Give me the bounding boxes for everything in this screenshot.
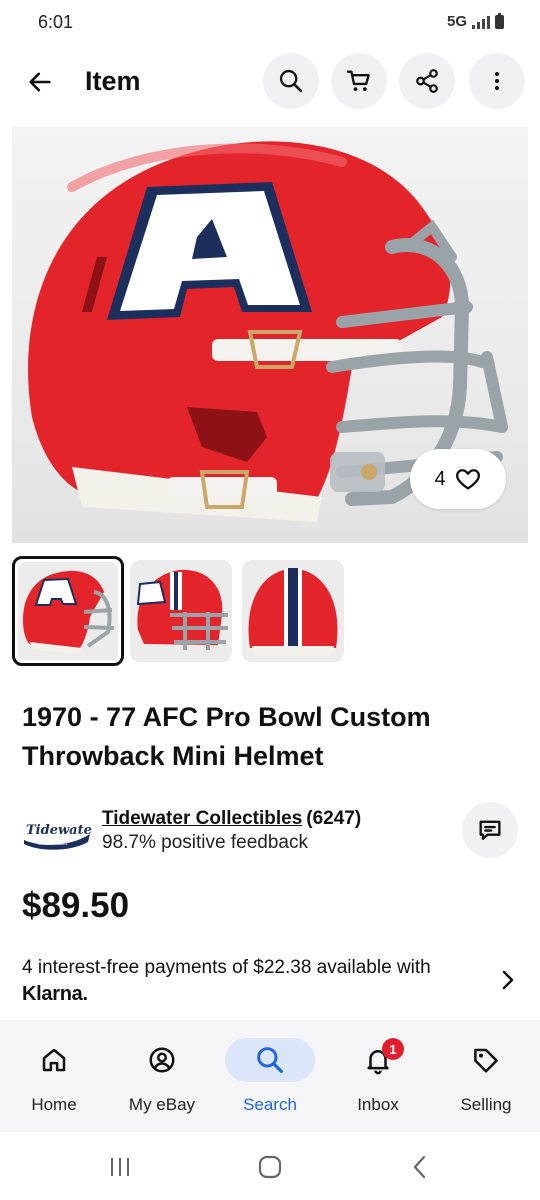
- nav-icon-container: [117, 1038, 207, 1082]
- more-options-button[interactable]: [469, 53, 525, 109]
- thumbnail-strip: [12, 556, 352, 666]
- watch-count: 4: [434, 467, 446, 490]
- message-icon: [479, 820, 501, 840]
- search-icon: [279, 69, 303, 93]
- chevron-right-icon[interactable]: [498, 968, 518, 992]
- thumbnail-helmet-side[interactable]: [12, 556, 124, 666]
- home-icon: [42, 1048, 66, 1072]
- network-label: 5G: [446, 13, 467, 30]
- nav-selling[interactable]: Selling: [432, 1020, 540, 1132]
- nav-my-ebay[interactable]: My eBay: [108, 1020, 216, 1132]
- user-icon: [149, 1047, 175, 1073]
- nav-label: Inbox: [357, 1095, 399, 1114]
- nav-icon-container: [9, 1038, 99, 1082]
- recent-apps-button[interactable]: [100, 1152, 140, 1182]
- nav-label: My eBay: [128, 1095, 196, 1114]
- thumbnail-helmet-front-angle[interactable]: [130, 560, 232, 662]
- installments-text: 4 interest-free payments of $22.38 avail…: [22, 957, 431, 978]
- seller-logo-text: Tidewater: [26, 823, 92, 838]
- recent-apps-icon: [111, 1158, 129, 1176]
- inbox-badge: 1: [382, 1038, 404, 1060]
- arrow-left-icon: [29, 72, 51, 92]
- status-time: 6:01: [38, 12, 74, 32]
- contact-seller-button[interactable]: [462, 802, 518, 858]
- product-title: 1970 - 77 AFC Pro Bowl Custom Throwback …: [22, 702, 431, 771]
- back-button[interactable]: [18, 60, 62, 104]
- status-bar: 6:01 5G: [0, 0, 540, 44]
- signal-icon: [472, 15, 490, 29]
- system-navigation-bar: [0, 1132, 540, 1200]
- nav-search[interactable]: Search: [216, 1020, 324, 1132]
- nav-inbox[interactable]: 1 Inbox: [324, 1020, 432, 1132]
- heart-icon: [455, 469, 480, 490]
- status-indicators: 5G: [446, 12, 504, 30]
- cart-icon: [346, 70, 370, 92]
- seller-name-line: Tidewater Collectibles (6247): [102, 808, 361, 830]
- nav-label: Search: [243, 1095, 297, 1114]
- search-icon: [257, 1047, 283, 1073]
- app-bar: Item: [0, 52, 540, 110]
- chevron-left-icon: [413, 1155, 426, 1179]
- nav-label: Home: [31, 1095, 77, 1114]
- nav-icon-container: [333, 1038, 423, 1082]
- watch-button[interactable]: 4: [410, 449, 506, 509]
- seller-feedback-count: (6247): [306, 808, 362, 829]
- more-vertical-icon: [495, 72, 499, 90]
- battery-icon: [495, 12, 504, 29]
- seller-name-link[interactable]: Tidewater Collectibles: [102, 808, 302, 829]
- tag-icon: [474, 1048, 498, 1073]
- nav-label: Selling: [460, 1095, 512, 1114]
- installments-info[interactable]: 4 interest-free payments of $22.38 avail…: [22, 954, 492, 1008]
- thumbnail-helmet-back[interactable]: [242, 560, 344, 662]
- nav-home[interactable]: Home: [0, 1020, 108, 1132]
- seller-feedback-percent: 98.7% positive feedback: [102, 832, 308, 853]
- page-title: Item: [85, 66, 141, 96]
- nav-icon-container: [225, 1038, 315, 1082]
- bottom-navigation: Home My eBay Search 1 Inbox Selling: [0, 1020, 540, 1132]
- home-system-button[interactable]: [250, 1152, 290, 1182]
- home-button-icon: [258, 1155, 282, 1179]
- seller-logo-subtext: COLLECTIBLES: [38, 841, 68, 846]
- klarna-logo: Klarna.: [22, 983, 88, 1005]
- share-icon: [416, 69, 438, 93]
- search-button[interactable]: [263, 53, 319, 109]
- nav-icon-container: [441, 1038, 531, 1082]
- back-system-button[interactable]: [400, 1152, 440, 1182]
- seller-info: Tidewater COLLECTIBLES Tidewater Collect…: [22, 802, 522, 862]
- cart-button[interactable]: [331, 53, 387, 109]
- thumbnail-image: [242, 560, 344, 662]
- thumbnail-image: [18, 562, 118, 660]
- thumbnail-image: [130, 560, 232, 662]
- seller-logo[interactable]: Tidewater COLLECTIBLES: [22, 812, 92, 852]
- share-button[interactable]: [399, 53, 455, 109]
- price: $89.50: [22, 886, 130, 925]
